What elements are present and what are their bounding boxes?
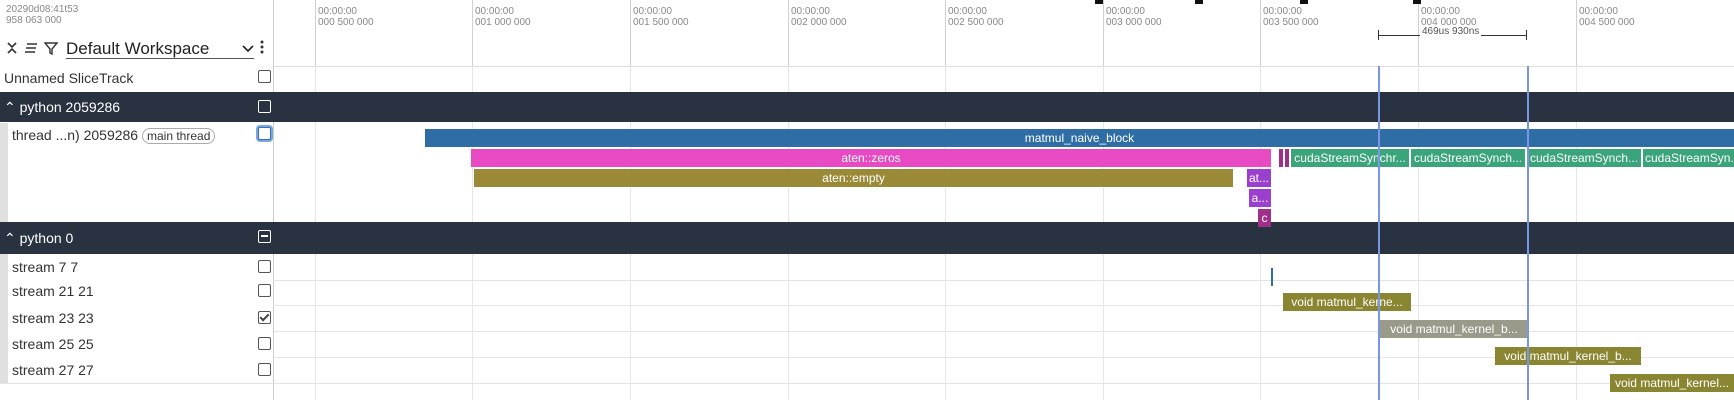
selection-end-line[interactable] (1527, 66, 1529, 400)
track-checkbox[interactable] (258, 260, 271, 273)
timeline-header[interactable]: 00:00:00 000 500 000 00:00:00 001 000 000 00… (0, 0, 1734, 67)
group-checkbox[interactable] (258, 230, 271, 243)
group-checkbox[interactable] (258, 100, 271, 113)
track-checkbox[interactable] (258, 284, 271, 297)
stream-title: stream 25 25 (12, 336, 94, 352)
track-group-python-0[interactable]: ⌃ python 0 (0, 222, 1734, 254)
tick-label: 00:00:00 (633, 6, 672, 17)
tick-label-ns: 003 000 000 (1106, 17, 1162, 28)
slice-tiny[interactable] (1285, 149, 1289, 167)
start-timestamp-ns: 958 063 000 (6, 15, 62, 26)
track-shell-stream[interactable]: stream 7 7 (0, 254, 273, 280)
slice-matmul-naive-block[interactable]: matmul_naive_block (425, 129, 1734, 147)
slice-tiny[interactable] (1279, 149, 1283, 167)
tick-label-ns: 004 500 000 (1579, 17, 1635, 28)
track-shell-stream[interactable]: stream 21 21 (0, 278, 273, 305)
track-shell-stream[interactable]: stream 25 25 (0, 331, 273, 357)
thread-title: thread ...n) 2059286 main thread (12, 127, 216, 144)
tick-label: 00:00:00 (475, 6, 514, 17)
header-panel: 20290d08:41t53 958 063 000 Default Works… (0, 0, 274, 66)
flag-marker[interactable] (1095, 0, 1103, 4)
selection-start-line[interactable] (1378, 66, 1380, 400)
track-title: Unnamed SliceTrack (4, 70, 134, 86)
stream-title: stream 23 23 (12, 310, 94, 326)
track-checkbox[interactable] (258, 363, 271, 376)
track-checkbox[interactable] (258, 337, 271, 350)
slice-aten-small-2[interactable]: a... (1249, 189, 1271, 207)
slice-cuda-sync-4[interactable]: cudaStreamSyn... (1643, 149, 1734, 167)
track-checkbox[interactable] (258, 70, 271, 83)
track-list[interactable]: Unnamed SliceTrack ⌃ python 2059286 thre… (0, 66, 1734, 400)
tick-label: 00:00:00 (1579, 6, 1618, 17)
track-checkbox[interactable] (258, 311, 271, 324)
slice-kernel-21[interactable]: void matmul_kerne... (1283, 293, 1411, 311)
tick-label-ns: 001 000 000 (475, 17, 531, 28)
tick-label-ns: 002 000 000 (791, 17, 847, 28)
tick-label-ns: 002 500 000 (948, 17, 1004, 28)
tick-label-ns: 003 500 000 (1263, 17, 1319, 28)
group-title: ⌃ python 2059286 (4, 99, 120, 115)
slice-stream-7[interactable] (1271, 268, 1273, 286)
tick-line (1576, 0, 1577, 66)
sort-icon[interactable] (24, 41, 38, 59)
workspace-bar: Default Workspace (4, 38, 268, 62)
time-span-label: 469us 930ns (1420, 26, 1482, 37)
chevron-up-icon[interactable]: ⌃ (4, 230, 16, 246)
slice-kernel-25[interactable]: void matmul_kernel_b... (1495, 347, 1641, 365)
tick-line (315, 0, 316, 66)
tick-line (472, 0, 473, 66)
main-thread-pill: main thread (142, 128, 216, 144)
track-group-python-2059286[interactable]: ⌃ python 2059286 (0, 92, 1734, 122)
stream-title: stream 21 21 (12, 283, 94, 299)
start-timestamp: 20290d08:41t53 (6, 4, 79, 15)
group-title: ⌃ python 0 (4, 230, 73, 246)
slice-cuda-sync-2[interactable]: cudaStreamSynch... (1411, 149, 1525, 167)
tick-label: 00:00:00 (1421, 6, 1460, 17)
tick-label-ns: 000 500 000 (318, 17, 374, 28)
group-title-text: python 2059286 (19, 99, 121, 115)
slice-c[interactable]: c (1258, 209, 1271, 227)
tick-line (630, 0, 631, 66)
thread-title-text: thread ...n) 2059286 (12, 127, 139, 143)
flag-marker[interactable] (1300, 0, 1308, 4)
collapse-all-icon[interactable] (6, 41, 18, 59)
slice-kernel-27[interactable]: void matmul_kernel... (1610, 374, 1734, 392)
tick-label: 00:00:00 (948, 6, 987, 17)
tick-label: 00:00:00 (318, 6, 357, 17)
chevron-down-icon (242, 41, 254, 59)
filter-icon[interactable] (43, 41, 59, 59)
workspace-select[interactable]: Default Workspace (66, 40, 254, 59)
track-shell-main-thread[interactable]: thread ...n) 2059286 main thread (0, 123, 273, 222)
chevron-up-icon[interactable]: ⌃ (4, 99, 16, 115)
flag-marker[interactable] (1195, 0, 1203, 4)
group-title-text: python 0 (19, 230, 74, 246)
trace-viewer: 00:00:00 000 500 000 00:00:00 001 000 000 00… (0, 0, 1734, 400)
slice-cuda-sync-3[interactable]: cudaStreamSynch... (1527, 149, 1641, 167)
track-checkbox[interactable] (258, 127, 271, 140)
tick-label-ns: 001 500 000 (633, 17, 689, 28)
row-divider (0, 383, 1734, 384)
slice-cuda-sync-1[interactable]: cudaStreamSynchr... (1291, 149, 1409, 167)
track-shell-stream[interactable]: stream 23 23 (0, 305, 273, 331)
more-vertical-icon[interactable] (260, 40, 264, 57)
flag-marker[interactable] (1413, 0, 1421, 4)
slice-kernel-23[interactable]: void matmul_kernel_b... (1379, 320, 1529, 338)
slice-aten-small[interactable]: at... (1247, 169, 1271, 187)
tick-label: 00:00:00 (1263, 6, 1302, 17)
tick-line (945, 0, 946, 66)
tick-label: 00:00:00 (1106, 6, 1145, 17)
tick-line (1260, 0, 1261, 66)
stream-title: stream 7 7 (12, 259, 79, 275)
tick-label: 00:00:00 (791, 6, 830, 17)
slice-aten-empty[interactable]: aten::empty (474, 169, 1233, 187)
track-shell-stream[interactable]: stream 27 27 (0, 357, 273, 383)
tick-line (788, 0, 789, 66)
track-shell-unnamed[interactable]: Unnamed SliceTrack (0, 66, 273, 92)
tick-line (1103, 0, 1104, 66)
stream-title: stream 27 27 (12, 362, 94, 378)
slice-aten-zeros[interactable]: aten::zeros (471, 149, 1271, 167)
workspace-name: Default Workspace (66, 39, 210, 58)
